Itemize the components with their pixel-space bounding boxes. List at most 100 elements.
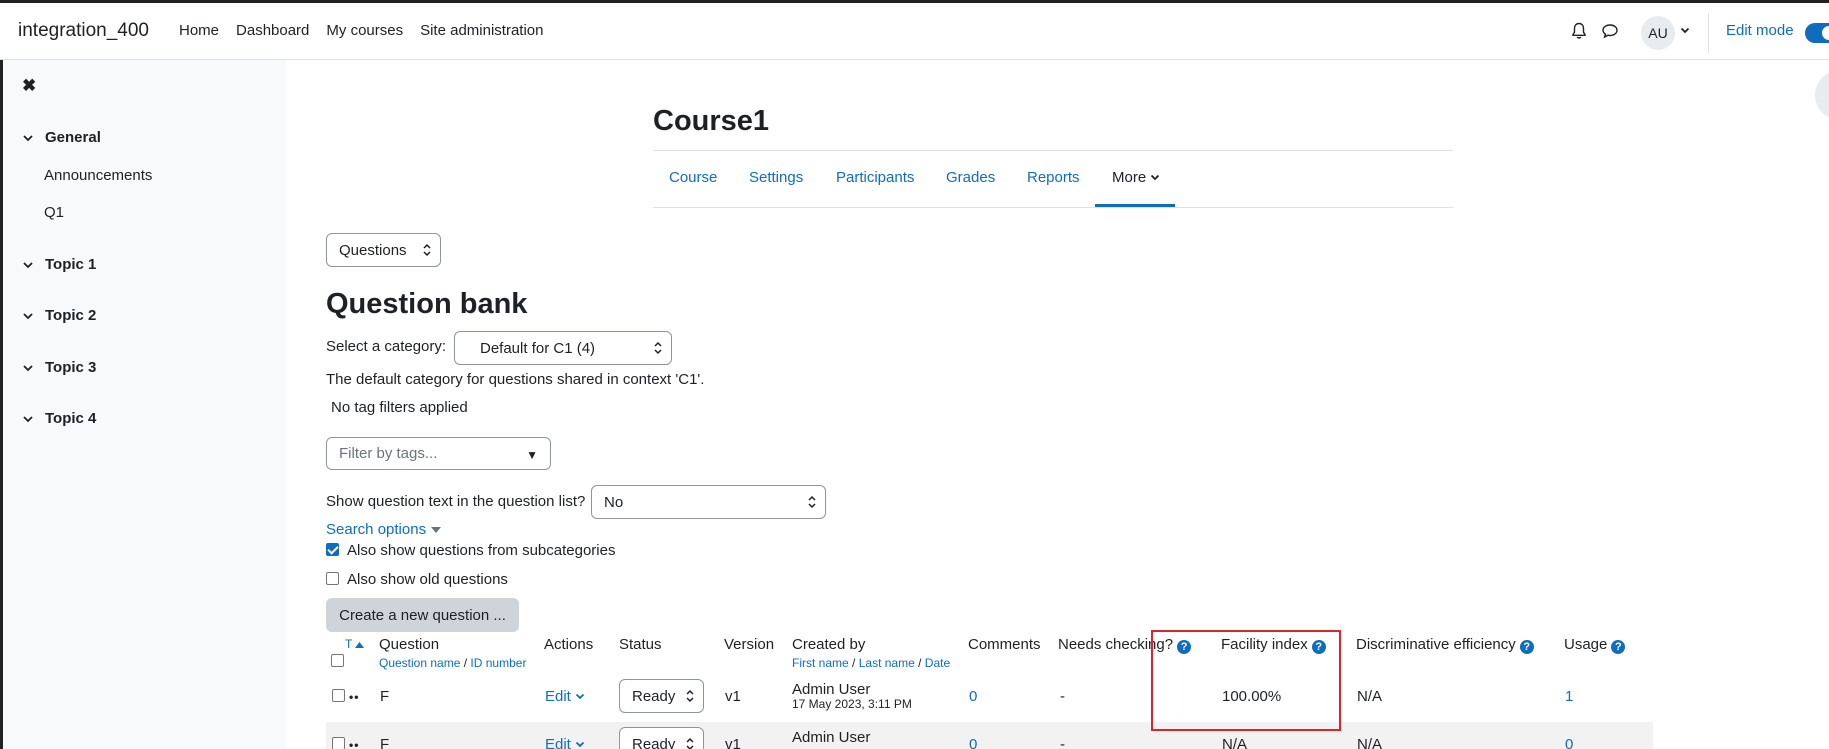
needs-checking-value: - bbox=[1060, 688, 1065, 705]
select-arrows-icon bbox=[686, 737, 694, 749]
sort-by-last-name[interactable]: Last name bbox=[859, 656, 915, 670]
bell-icon[interactable] bbox=[1569, 21, 1589, 41]
drawer-item-q1[interactable]: Q1 bbox=[44, 204, 64, 221]
edit-menu-label: Edit bbox=[545, 736, 571, 749]
subcategories-label: Also show questions from subcategories bbox=[347, 542, 616, 559]
edit-menu-button[interactable]: Edit bbox=[545, 688, 585, 705]
nav-dashboard[interactable]: Dashboard bbox=[236, 22, 309, 39]
old-questions-label: Also show old questions bbox=[347, 571, 508, 588]
category-select[interactable]: Default for C1 (4) bbox=[454, 331, 672, 365]
column-header-discriminative-efficiency[interactable]: Discriminative efficiency? bbox=[1356, 636, 1534, 654]
page-title: Question bank bbox=[326, 288, 528, 320]
close-icon[interactable]: ✖ bbox=[22, 76, 36, 96]
show-question-text-label: Show question text in the question list? bbox=[326, 493, 586, 510]
drawer-section-topic-1[interactable]: Topic 1 bbox=[23, 256, 96, 273]
sort-by-question-name[interactable]: Question name bbox=[379, 656, 460, 670]
nav-my-courses[interactable]: My courses bbox=[326, 22, 403, 39]
version-value: v1 bbox=[725, 688, 741, 705]
user-avatar[interactable]: AU bbox=[1641, 16, 1675, 50]
help-icon[interactable]: ? bbox=[1519, 640, 1534, 654]
category-select-value: Default for C1 (4) bbox=[480, 339, 596, 357]
site-name[interactable]: integration_400 bbox=[18, 20, 149, 42]
nav-site-administration[interactable]: Site administration bbox=[420, 22, 543, 39]
created-by-sort-links: First name / Last name / Date bbox=[792, 656, 950, 670]
column-header-version: Version bbox=[724, 636, 775, 653]
block-drawer-toggle[interactable] bbox=[1815, 70, 1829, 120]
created-by-name: Admin User bbox=[792, 681, 871, 698]
drawer-section-label: Topic 2 bbox=[45, 307, 97, 324]
chevron-down-icon[interactable] bbox=[1680, 23, 1690, 38]
question-name: F bbox=[380, 688, 390, 705]
search-options-label: Search options bbox=[326, 521, 427, 538]
status-select-value: Ready bbox=[632, 735, 676, 749]
created-by-name: Admin User bbox=[792, 729, 871, 746]
drawer-section-topic-3[interactable]: Topic 3 bbox=[23, 359, 96, 376]
drawer-section-label: General bbox=[45, 129, 101, 146]
select-arrows-icon bbox=[423, 243, 431, 257]
edit-mode-label[interactable]: Edit mode bbox=[1726, 22, 1794, 39]
question-sort-links: Question name / ID number bbox=[379, 656, 526, 670]
chevron-down-icon bbox=[575, 741, 585, 748]
status-select[interactable]: Ready bbox=[619, 679, 704, 713]
select-all-checkbox[interactable] bbox=[331, 654, 344, 667]
column-header-created-by[interactable]: Created by bbox=[792, 636, 865, 653]
active-tab-indicator bbox=[1095, 204, 1175, 207]
created-date: 17 May 2023, 3:11 PM bbox=[792, 697, 912, 711]
tab-grades[interactable]: Grades bbox=[946, 169, 995, 186]
discriminative-efficiency-label: Discriminative efficiency bbox=[1356, 636, 1516, 653]
edit-mode-toggle[interactable] bbox=[1805, 23, 1829, 43]
sort-by-id-number[interactable]: ID number bbox=[470, 656, 526, 670]
create-question-button[interactable]: Create a new question ... bbox=[326, 598, 519, 632]
help-icon[interactable]: ? bbox=[1611, 640, 1626, 654]
row-checkbox[interactable] bbox=[332, 737, 345, 749]
course-title: Course1 bbox=[653, 105, 770, 137]
column-header-comments[interactable]: Comments bbox=[968, 636, 1041, 653]
chat-icon[interactable] bbox=[1600, 21, 1620, 41]
column-header-status: Status bbox=[619, 636, 662, 653]
drag-handle-icon[interactable]: •• bbox=[349, 738, 359, 749]
table-row bbox=[326, 722, 1653, 749]
status-select[interactable]: Ready bbox=[619, 727, 704, 749]
tab-participants[interactable]: Participants bbox=[836, 169, 914, 186]
tag-filter-input[interactable]: Filter by tags... ▼ bbox=[326, 437, 551, 470]
primary-navigation: Home Dashboard My courses Site administr… bbox=[179, 22, 544, 39]
edit-menu-button[interactable]: Edit bbox=[545, 736, 585, 749]
column-header-question[interactable]: Question bbox=[379, 636, 439, 653]
tab-settings[interactable]: Settings bbox=[749, 169, 803, 186]
sort-by-date[interactable]: Date bbox=[925, 656, 950, 670]
row-checkbox[interactable] bbox=[332, 689, 345, 702]
show-question-text-value: No bbox=[604, 493, 624, 511]
chevron-down-icon bbox=[575, 693, 585, 700]
sort-separator: / bbox=[463, 656, 468, 670]
search-options-toggle[interactable]: Search options bbox=[326, 521, 442, 538]
discriminative-efficiency-value: N/A bbox=[1357, 736, 1383, 749]
sort-separator: / bbox=[852, 656, 856, 670]
drawer-item-announcements[interactable]: Announcements bbox=[44, 167, 152, 184]
tab-course[interactable]: Course bbox=[669, 169, 717, 186]
comments-link[interactable]: 0 bbox=[969, 688, 977, 705]
drawer-section-topic-2[interactable]: Topic 2 bbox=[23, 307, 96, 324]
drawer-section-topic-4[interactable]: Topic 4 bbox=[23, 410, 96, 427]
subcategories-checkbox[interactable] bbox=[326, 543, 339, 556]
usage-link[interactable]: 0 bbox=[1565, 736, 1573, 749]
navbar-divider bbox=[1708, 13, 1709, 53]
question-name: F bbox=[380, 736, 390, 749]
chevron-down-icon bbox=[23, 364, 33, 371]
drag-handle-icon[interactable]: •• bbox=[349, 690, 359, 704]
comments-link[interactable]: 0 bbox=[969, 736, 977, 749]
usage-link[interactable]: 1 bbox=[1565, 688, 1573, 705]
sort-type-link[interactable]: T bbox=[345, 637, 365, 651]
old-questions-checkbox[interactable] bbox=[326, 572, 339, 585]
drawer-section-general[interactable]: General bbox=[23, 129, 101, 146]
top-navbar: integration_400 Home Dashboard My course… bbox=[0, 3, 1829, 60]
sort-by-first-name[interactable]: First name bbox=[792, 656, 849, 670]
highlight-annotation-box bbox=[1151, 630, 1341, 731]
nav-home[interactable]: Home bbox=[179, 22, 219, 39]
tab-more[interactable]: More bbox=[1112, 169, 1160, 186]
tab-reports[interactable]: Reports bbox=[1027, 169, 1080, 186]
facility-index-value: N/A bbox=[1222, 736, 1248, 749]
sort-separator: / bbox=[918, 656, 922, 670]
show-question-text-select[interactable]: No bbox=[591, 485, 826, 519]
question-bank-nav-select[interactable]: Questions bbox=[326, 233, 441, 267]
column-header-usage[interactable]: Usage? bbox=[1564, 636, 1626, 654]
